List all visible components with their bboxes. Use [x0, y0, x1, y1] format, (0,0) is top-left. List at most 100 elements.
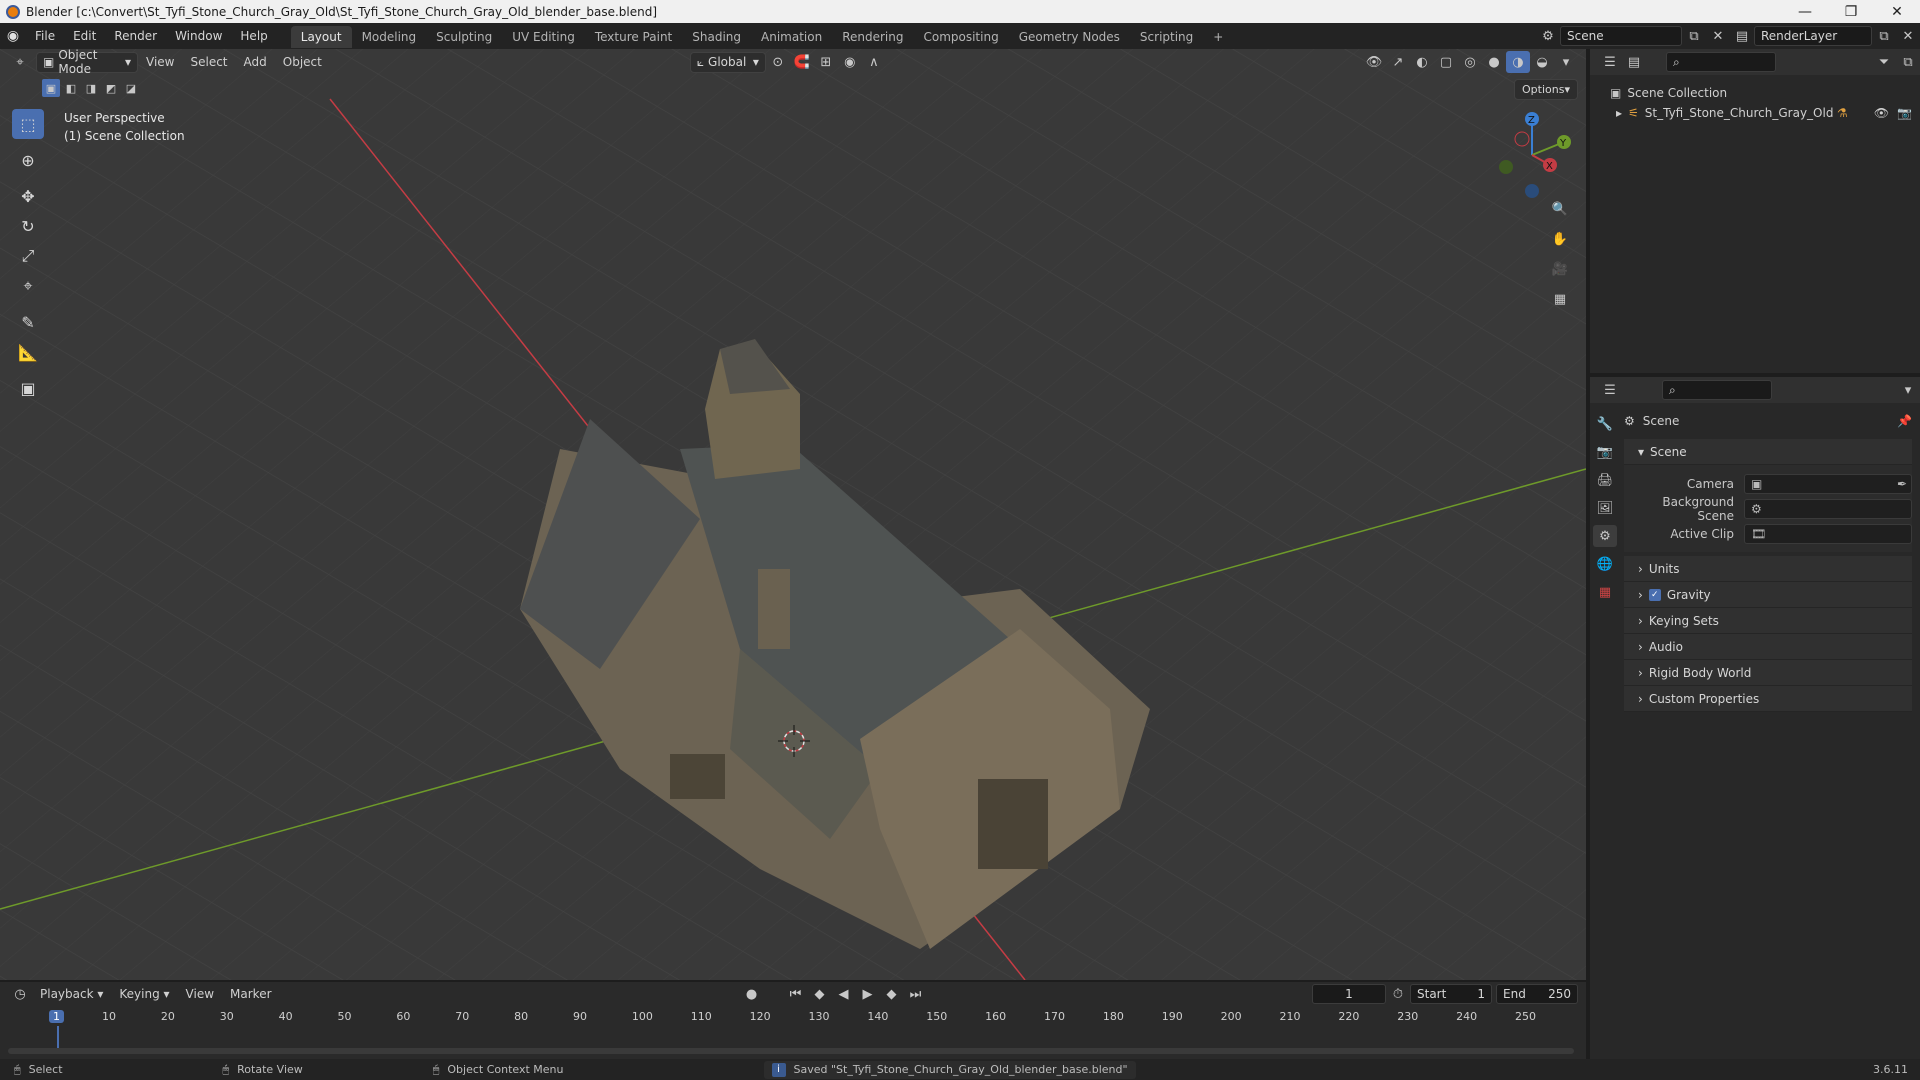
tool-tab-icon[interactable]: 🔧 — [1593, 413, 1617, 435]
select-invert-icon[interactable]: ◩ — [102, 79, 120, 97]
tab-sculpting[interactable]: Sculpting — [426, 26, 502, 48]
zoom-icon[interactable]: 🔍 — [1548, 194, 1572, 224]
delete-scene-icon[interactable]: ✕ — [1706, 25, 1730, 47]
delete-view-layer-icon[interactable]: ✕ — [1896, 25, 1920, 47]
menu-window[interactable]: Window — [166, 23, 231, 49]
output-tab-icon[interactable]: 🖨 — [1593, 469, 1617, 491]
measure-tool-icon[interactable]: 📐 — [12, 337, 44, 367]
tab-animation[interactable]: Animation — [751, 26, 832, 48]
viewport-menu-object[interactable]: Object — [275, 55, 330, 69]
view-layer-tab-icon[interactable]: 🖼 — [1593, 497, 1617, 519]
tab-texture-paint[interactable]: Texture Paint — [585, 26, 682, 48]
viewport-menu-add[interactable]: Add — [236, 55, 275, 69]
maximize-button[interactable]: ❐ — [1828, 0, 1874, 23]
scene-icon[interactable]: ⚙ — [1536, 25, 1560, 47]
panel-rigid-body-world[interactable]: › Rigid Body World — [1624, 660, 1912, 686]
falloff-icon[interactable]: ∧ — [862, 51, 886, 73]
select-subtract-icon[interactable]: ◨ — [82, 79, 100, 97]
world-tab-icon[interactable]: 🌐 — [1593, 553, 1617, 575]
active-clip-field[interactable]: 🎞 — [1744, 523, 1912, 544]
add-cube-tool-icon[interactable]: ▣ — [12, 373, 44, 403]
grid-view-icon[interactable]: ▦ — [1548, 284, 1572, 314]
menu-render[interactable]: Render — [105, 23, 166, 49]
tab-layout[interactable]: Layout — [290, 26, 352, 48]
panel-custom-properties[interactable]: › Custom Properties — [1624, 686, 1912, 712]
mode-selector[interactable]: ▣ Object Mode ▾ — [36, 48, 138, 76]
menu-file[interactable]: File — [26, 23, 64, 49]
camera-render-icon[interactable]: 📷 — [1897, 106, 1912, 120]
tab-compositing[interactable]: Compositing — [913, 26, 1008, 48]
solid-shading-icon[interactable]: ● — [1482, 51, 1506, 73]
navigation-gizmo[interactable]: Z Y X — [1486, 109, 1576, 199]
properties-editor-icon[interactable]: ☰ — [1598, 379, 1622, 401]
panel-keying-sets[interactable]: › Keying Sets — [1624, 608, 1912, 634]
select-new-icon[interactable]: ▣ — [42, 79, 60, 97]
panel-audio[interactable]: › Audio — [1624, 634, 1912, 660]
add-workspace-button[interactable]: + — [1203, 26, 1233, 48]
background-scene-field[interactable]: ⚙ — [1744, 498, 1912, 519]
material-shading-icon[interactable]: ◑ — [1506, 51, 1530, 73]
visibility-icon[interactable]: 👁 — [1362, 51, 1386, 73]
gizmo-toggle-icon[interactable]: ↗ — [1386, 51, 1410, 73]
menu-edit[interactable]: Edit — [64, 23, 105, 49]
minimize-button[interactable]: — — [1782, 0, 1828, 23]
render-tab-icon[interactable]: 📷 — [1593, 441, 1617, 463]
rendered-shading-icon[interactable]: ◒ — [1530, 51, 1554, 73]
snap-icon[interactable]: 🧲 — [790, 51, 814, 73]
outliner-item-church[interactable]: ▸ ⚟ St_Tyfi_Stone_Church_Gray_Old ⚗ 👁 📷 — [1590, 103, 1920, 123]
scale-tool-icon[interactable]: ⤢ — [12, 241, 44, 271]
pan-hand-icon[interactable]: ✋ — [1548, 224, 1572, 254]
gravity-checkbox[interactable]: ✓ — [1648, 588, 1661, 601]
viewport-menu-view[interactable]: View — [138, 55, 182, 69]
tab-scripting[interactable]: Scripting — [1130, 26, 1203, 48]
camera-view-icon[interactable]: 🎥 — [1548, 254, 1572, 284]
move-tool-icon[interactable]: ✥ — [12, 181, 44, 211]
blender-menu-icon[interactable]: ◉ — [0, 28, 26, 44]
chevron-down-icon[interactable]: ▾ — [1896, 379, 1920, 401]
pivot-point-icon[interactable]: ⊙ — [766, 51, 790, 73]
tab-modeling[interactable]: Modeling — [352, 26, 427, 48]
scene-tab-icon[interactable]: ⚙ — [1593, 525, 1617, 547]
transform-orientation-dropdown[interactable]: ⟀ Global ▾ — [689, 51, 766, 73]
filter-icon[interactable]: ⏷ — [1872, 51, 1896, 73]
view-layer-selector[interactable]: RenderLayer — [1754, 26, 1872, 46]
tab-rendering[interactable]: Rendering — [832, 26, 913, 48]
texture-tab-icon[interactable]: ▦ — [1593, 581, 1617, 603]
tab-geometry-nodes[interactable]: Geometry Nodes — [1009, 26, 1130, 48]
new-view-layer-icon[interactable]: ⧉ — [1872, 25, 1896, 47]
menu-help[interactable]: Help — [231, 23, 276, 49]
panel-gravity[interactable]: › ✓ Gravity — [1624, 582, 1912, 608]
wireframe-shading-icon[interactable]: ◎ — [1458, 51, 1482, 73]
properties-search-input[interactable]: ⌕ — [1662, 380, 1772, 400]
view-layer-icon[interactable]: ▤ — [1730, 25, 1754, 47]
transform-tool-icon[interactable]: ⌖ — [12, 271, 44, 301]
panel-units[interactable]: › Units — [1624, 556, 1912, 582]
panel-scene[interactable]: ▾ Scene — [1624, 439, 1912, 465]
select-intersect-icon[interactable]: ◪ — [122, 79, 140, 97]
timeline-scrollbar[interactable] — [8, 1048, 1574, 1054]
editor-type-icon[interactable]: ⌖ — [8, 51, 32, 73]
close-button[interactable]: ✕ — [1874, 0, 1920, 23]
select-box-tool-icon[interactable]: ⬚ — [12, 109, 44, 139]
proportional-edit-icon[interactable]: ◉ — [838, 51, 862, 73]
cursor-tool-icon[interactable]: ⊕ — [12, 145, 44, 175]
select-extend-icon[interactable]: ◧ — [62, 79, 80, 97]
options-dropdown[interactable]: Options ▾ — [1514, 79, 1578, 100]
camera-field[interactable]: ▣ ✒ — [1744, 473, 1912, 494]
rotate-tool-icon[interactable]: ↻ — [12, 211, 44, 241]
eyedropper-icon[interactable]: ✒ — [1897, 477, 1907, 491]
outliner-scene-collection[interactable]: ▣ Scene Collection — [1590, 83, 1920, 103]
pin-icon[interactable]: 📌 — [1897, 414, 1912, 428]
expand-arrow-icon[interactable]: ▸ — [1616, 106, 1622, 120]
new-scene-icon[interactable]: ⧉ — [1682, 25, 1706, 47]
overlay-toggle-icon[interactable]: ◐ — [1410, 51, 1434, 73]
eye-icon[interactable]: 👁 — [1874, 106, 1889, 120]
new-collection-icon[interactable]: ⧉ — [1896, 51, 1920, 73]
viewport-menu-select[interactable]: Select — [182, 55, 235, 69]
tab-shading[interactable]: Shading — [682, 26, 751, 48]
annotate-tool-icon[interactable]: ✎ — [12, 307, 44, 337]
outliner-search-input[interactable]: ⌕ — [1666, 52, 1776, 72]
3d-viewport[interactable]: User Perspective (1) Scene Collection ⬚ … — [0, 49, 1586, 980]
display-mode-icon[interactable]: ▤ — [1622, 51, 1646, 73]
tab-uv-editing[interactable]: UV Editing — [502, 26, 585, 48]
